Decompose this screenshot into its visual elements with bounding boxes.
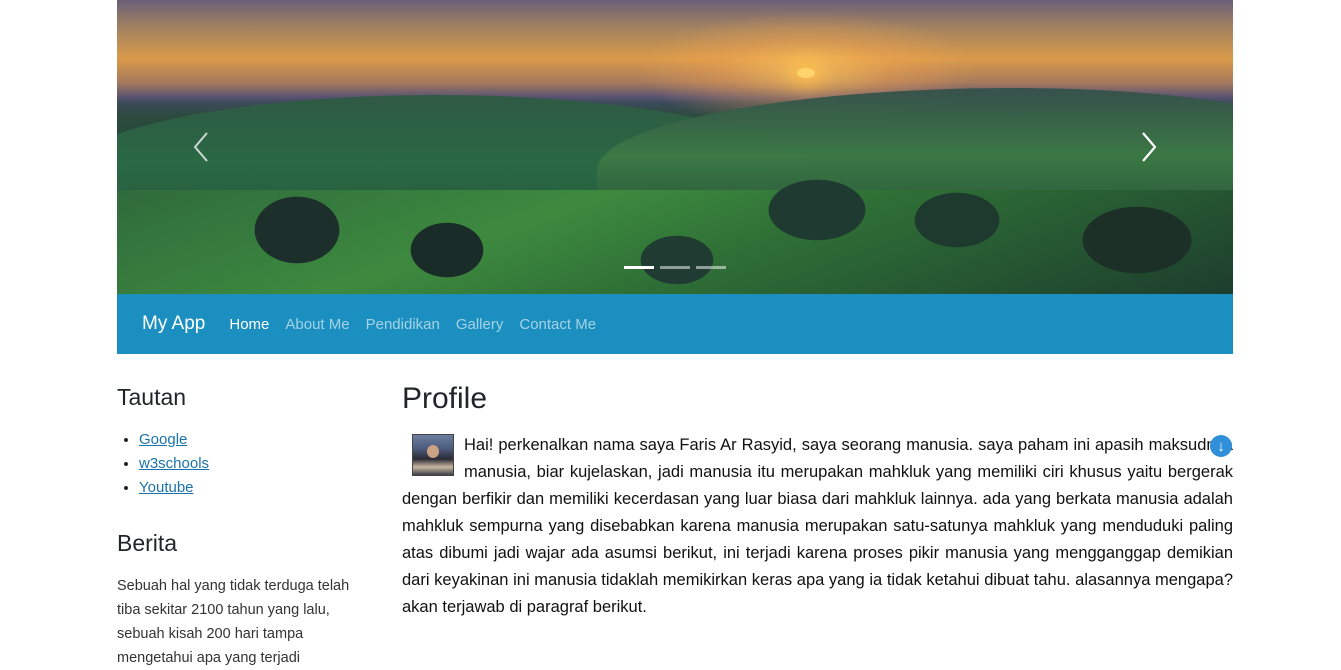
links-heading: Tautan <box>117 384 187 410</box>
sidebar: Tautan Google w3schools Youtube Berita S… <box>117 380 377 670</box>
arrow-down-circle-icon[interactable]: ↓ <box>1210 435 1232 457</box>
carousel-indicators <box>624 266 726 269</box>
chevron-right-icon <box>1142 132 1157 162</box>
chevron-left-icon <box>193 132 208 162</box>
profile-text: Hai! perkenalkan nama saya Faris Ar Rasy… <box>402 436 1233 616</box>
nav-about-me[interactable]: About Me <box>285 316 349 333</box>
link-google[interactable]: Google <box>139 431 187 448</box>
link-w3schools[interactable]: w3schools <box>139 455 209 472</box>
link-youtube[interactable]: Youtube <box>139 479 194 496</box>
navbar-brand[interactable]: My App <box>142 313 205 335</box>
main-content: Profile Hai! perkenalkan nama saya Faris… <box>402 380 1233 621</box>
page-title: Profile <box>402 382 488 415</box>
carousel-indicator-3[interactable] <box>696 266 726 269</box>
nav-gallery[interactable]: Gallery <box>456 316 504 333</box>
profile-photo <box>412 434 454 476</box>
navbar: My App Home About Me Pendidikan Gallery … <box>117 294 1233 354</box>
carousel-prev-button[interactable] <box>187 130 217 164</box>
carousel-next-button[interactable] <box>1133 130 1163 164</box>
news-heading: Berita <box>117 530 178 556</box>
nav-home[interactable]: Home <box>229 316 269 333</box>
news-text: Sebuah hal yang tidak terduga telah tiba… <box>117 578 350 666</box>
nav-contact-me[interactable]: Contact Me <box>519 316 596 333</box>
page-container: My App Home About Me Pendidikan Gallery … <box>117 0 1233 666</box>
carousel-indicator-2[interactable] <box>660 266 690 269</box>
list-item: Google <box>139 428 377 452</box>
nav-pendidikan[interactable]: Pendidikan <box>366 316 440 333</box>
list-item: w3schools <box>139 452 377 476</box>
links-list: Google w3schools Youtube <box>117 428 377 500</box>
image-carousel <box>117 0 1233 294</box>
trees <box>117 150 1233 294</box>
sun <box>797 68 815 78</box>
carousel-indicator-1[interactable] <box>624 266 654 269</box>
list-item: Youtube <box>139 476 377 500</box>
